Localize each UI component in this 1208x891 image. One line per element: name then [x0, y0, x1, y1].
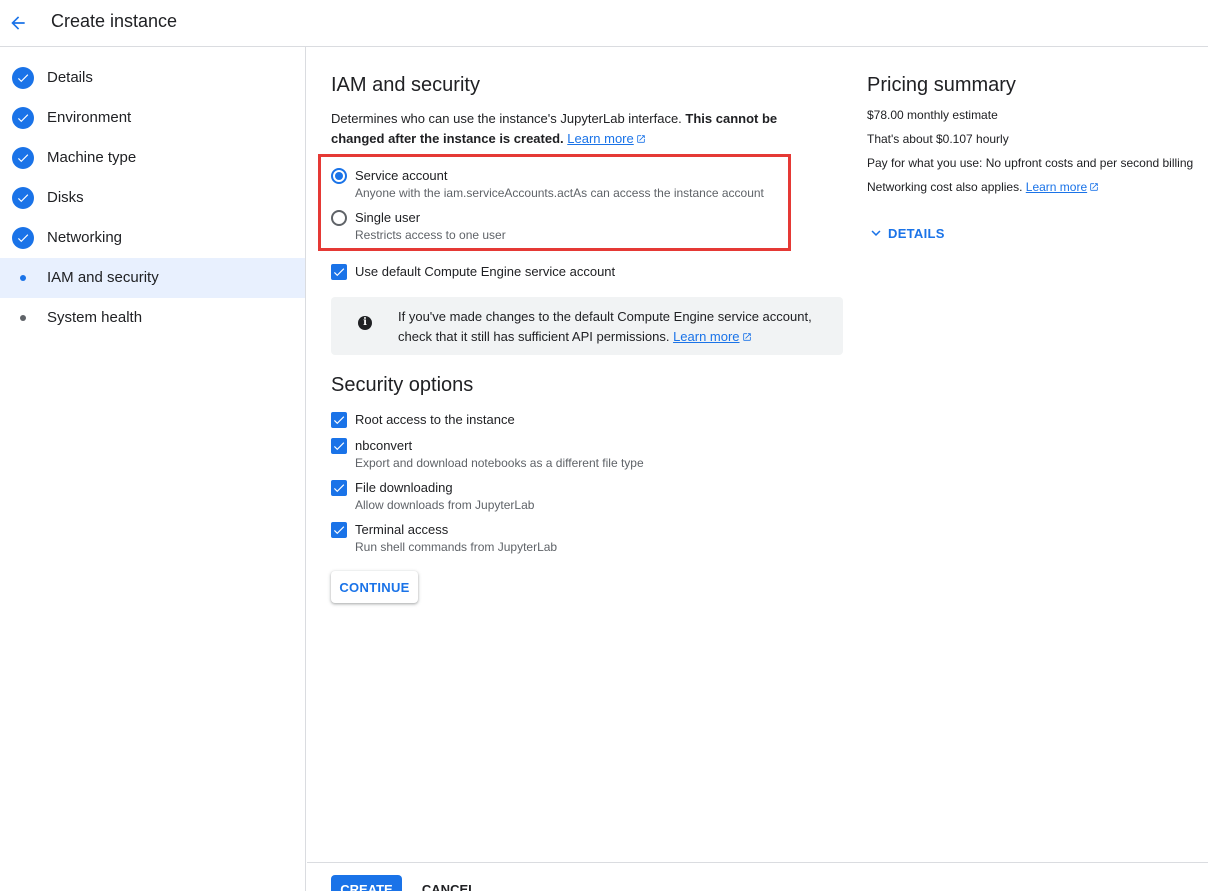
- step-system-health[interactable]: System health: [0, 298, 305, 338]
- checkbox-checked[interactable]: [331, 412, 347, 428]
- step-iam-and-security[interactable]: IAM and security: [0, 258, 305, 298]
- pricing-title: Pricing summary: [867, 74, 1016, 96]
- check-icon: [333, 268, 345, 277]
- checkbox-sublabel: Export and download notebooks as a diffe…: [355, 456, 644, 470]
- step-label: Networking: [47, 229, 123, 246]
- chevron-down-icon: [871, 230, 881, 236]
- checkbox-sublabel: Allow downloads from JupyterLab: [355, 498, 535, 512]
- check-icon: [333, 442, 345, 451]
- check-icon: [333, 416, 345, 425]
- step-label: Details: [47, 69, 93, 86]
- check-circle-icon: [12, 147, 34, 169]
- info-icon: i: [358, 316, 372, 330]
- step-environment[interactable]: Environment: [0, 98, 305, 138]
- arrow-back-icon: [11, 16, 25, 30]
- description-text: Determines who can use the instance's Ju…: [331, 111, 686, 126]
- monthly-estimate: $78.00 monthly estimate: [867, 108, 998, 122]
- current-step-dot-icon: [20, 275, 26, 281]
- checkbox-sublabel: Run shell commands from JupyterLab: [355, 540, 558, 554]
- step-label: Machine type: [47, 149, 137, 166]
- step-label: System health: [47, 309, 143, 326]
- section-title: IAM and security: [331, 74, 480, 96]
- info-banner: i If you've made changes to the default …: [331, 297, 843, 355]
- radio-button-selected[interactable]: [331, 168, 347, 184]
- step-networking[interactable]: Networking: [0, 218, 305, 258]
- step-label: Environment: [47, 109, 132, 126]
- pricing-learn-more-link[interactable]: Learn more: [1026, 180, 1087, 194]
- step-details[interactable]: Details: [0, 58, 305, 98]
- check-icon: [333, 526, 345, 535]
- checkbox-checked[interactable]: [331, 480, 347, 496]
- stepper-sidebar: Details Environment Machine type Disks N…: [0, 47, 306, 891]
- hourly-estimate: That's about $0.107 hourly: [867, 132, 1009, 146]
- back-button[interactable]: [4, 9, 32, 37]
- check-icon: [333, 484, 345, 493]
- checkbox-checked[interactable]: [331, 438, 347, 454]
- create-button[interactable]: CREATE: [331, 875, 402, 891]
- option-sublabel: Restricts access to one user: [355, 228, 506, 242]
- option-sublabel: Anyone with the iam.serviceAccounts.actA…: [355, 186, 764, 200]
- checkbox-label: Root access to the instance: [355, 412, 515, 427]
- footer-bar: CREATE CANCEL: [307, 862, 1208, 891]
- section-description: Determines who can use the instance's Ju…: [331, 109, 831, 149]
- check-circle-icon: [12, 187, 34, 209]
- checkbox-label: nbconvert: [355, 438, 413, 453]
- option-label: Single user: [355, 210, 421, 225]
- pending-step-dot-icon: [20, 315, 26, 321]
- external-link-icon: [742, 333, 751, 341]
- check-circle-icon: [12, 67, 34, 89]
- networking-note: Networking cost also applies. Learn more: [867, 180, 1099, 194]
- step-disks[interactable]: Disks: [0, 178, 305, 218]
- step-label: Disks: [47, 189, 84, 206]
- main-content: IAM and security Determines who can use …: [307, 47, 1208, 891]
- check-circle-icon: [12, 227, 34, 249]
- external-link-icon: [1090, 183, 1098, 191]
- check-circle-icon: [12, 107, 34, 129]
- page-title: Create instance: [51, 11, 178, 31]
- checkbox-label: File downloading: [355, 480, 453, 495]
- info-learn-more-link[interactable]: Learn more: [673, 329, 739, 344]
- info-text: If you've made changes to the default Co…: [398, 307, 828, 347]
- details-label: DETAILS: [888, 225, 945, 241]
- option-label: Service account: [355, 168, 448, 183]
- step-label: IAM and security: [47, 269, 159, 286]
- checkbox-label: Use default Compute Engine service accou…: [355, 264, 616, 279]
- learn-more-link[interactable]: Learn more: [567, 131, 633, 146]
- checkbox-label: Terminal access: [355, 522, 449, 537]
- details-toggle-button[interactable]: DETAILS: [867, 223, 945, 243]
- step-machine-type[interactable]: Machine type: [0, 138, 305, 178]
- external-link-icon: [637, 135, 645, 143]
- continue-button[interactable]: CONTINUE: [331, 571, 418, 603]
- security-options-title: Security options: [331, 374, 474, 396]
- cancel-button[interactable]: CANCEL: [414, 875, 484, 891]
- networking-text: Networking cost also applies.: [867, 180, 1023, 194]
- billing-note: Pay for what you use: No upfront costs a…: [867, 156, 1194, 170]
- radio-button[interactable]: [331, 210, 347, 226]
- checkbox-checked[interactable]: [331, 522, 347, 538]
- top-bar: Create instance: [0, 0, 1208, 47]
- checkbox-checked[interactable]: [331, 264, 347, 280]
